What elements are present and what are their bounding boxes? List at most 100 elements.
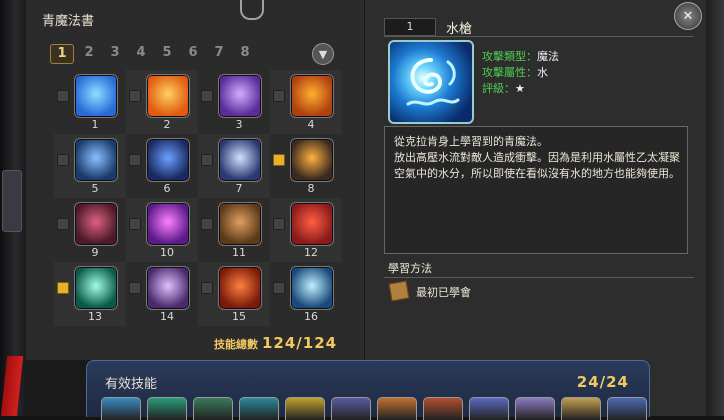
flame-dragon-icon[interactable] [290, 74, 334, 118]
skill-slot[interactable]: 6 [126, 134, 198, 198]
book-title: 青魔法書 [42, 14, 95, 29]
divider [384, 277, 694, 278]
skill-slot[interactable]: 3 [198, 70, 270, 134]
skill-number: 5 [91, 182, 99, 195]
blue-orb-icon[interactable] [146, 138, 190, 182]
fire-burst-icon[interactable] [146, 74, 190, 118]
skill-slot[interactable]: 7 [198, 134, 270, 198]
skill-checkbox[interactable] [273, 90, 285, 102]
dark-claw-icon[interactable] [74, 202, 118, 246]
skill-number: 1 [91, 118, 99, 131]
green-light-icon[interactable] [74, 266, 118, 310]
skill-slot[interactable]: 4 [270, 70, 342, 134]
skill-slot[interactable]: 15 [198, 262, 270, 326]
page-tab-3[interactable]: 3 [104, 44, 126, 62]
skill-checkbox[interactable] [201, 282, 213, 294]
red-beast-icon[interactable] [290, 202, 334, 246]
skill-number: 3 [235, 118, 243, 131]
skill-checkbox[interactable] [273, 282, 285, 294]
skill-number: 16 [304, 310, 318, 323]
skill-number: 2 [163, 118, 171, 131]
active-skill-icon[interactable] [239, 397, 279, 420]
attack-type: 攻擊類型：魔法 [482, 48, 559, 64]
skill-checkbox[interactable] [57, 154, 69, 166]
frost-figure-icon[interactable] [290, 266, 334, 310]
active-skill-icon[interactable] [193, 397, 233, 420]
active-skill-icon[interactable] [377, 397, 417, 420]
active-skills-bar: 有效技能 24/24 [86, 360, 650, 420]
page-tab-6[interactable]: 6 [182, 44, 204, 62]
skill-checkbox[interactable] [129, 282, 141, 294]
spirit-figure-icon[interactable] [218, 138, 262, 182]
dancing-creature-icon[interactable] [218, 202, 262, 246]
skill-grid: 1 2 3 4 5 6 7 8 9 10 11 12 13 14 15 16 [54, 70, 348, 330]
active-skill-icon[interactable] [331, 397, 371, 420]
skill-number: 14 [160, 310, 174, 323]
page-tab-7[interactable]: 7 [208, 44, 230, 62]
page-tab-8[interactable]: 8 [234, 44, 256, 62]
skill-checkbox[interactable] [273, 218, 285, 230]
skill-slot[interactable]: 2 [126, 70, 198, 134]
spell-description: 從克拉肯身上學習到的青魔法。 放出高壓水流對敵人造成衝擊。因為是利用水屬性乙太凝… [394, 134, 684, 182]
fire-bomb-icon[interactable] [290, 138, 334, 182]
skill-number: 11 [232, 246, 246, 259]
close-icon[interactable]: ✕ [674, 2, 702, 30]
spine-ornament [2, 170, 22, 232]
active-skill-icon[interactable] [285, 397, 325, 420]
attr-key: 評級： [482, 82, 515, 95]
water-swirl-icon[interactable] [74, 74, 118, 118]
active-skill-icon[interactable] [561, 397, 601, 420]
active-skill-icon[interactable] [607, 397, 647, 420]
blue-magic-book-window: 青魔法書 12345678 ▼ 1 2 3 4 5 6 7 8 9 10 11 12 13 14 15 16 … [0, 0, 724, 420]
attack-element: 攻擊屬性：水 [482, 64, 548, 80]
skill-slot[interactable]: 1 [54, 70, 126, 134]
skill-checkbox[interactable] [129, 90, 141, 102]
page-tab-2[interactable]: 2 [78, 44, 100, 62]
active-skill-icon[interactable] [515, 397, 555, 420]
skill-checkbox[interactable] [201, 90, 213, 102]
page-tabs: 12345678 [50, 44, 256, 64]
skill-checkbox[interactable] [57, 282, 69, 294]
purple-claw-icon[interactable] [218, 74, 262, 118]
skill-checkbox[interactable] [201, 154, 213, 166]
attr-value: ★ [515, 82, 525, 95]
storm-orb-icon[interactable] [146, 266, 190, 310]
active-skill-icon[interactable] [469, 397, 509, 420]
book-spine-right [706, 0, 724, 416]
water-swirl-icon [388, 40, 474, 124]
red-blade-icon[interactable] [218, 266, 262, 310]
skill-number: 15 [232, 310, 246, 323]
page-tab-4[interactable]: 4 [130, 44, 152, 62]
active-skill-icon[interactable] [101, 397, 141, 420]
filter-icon[interactable]: ▼ [312, 43, 334, 65]
skill-slot[interactable]: 10 [126, 198, 198, 262]
attr-value: 魔法 [537, 50, 559, 63]
purple-eye-icon[interactable] [146, 202, 190, 246]
skill-slot[interactable]: 12 [270, 198, 342, 262]
total-value: 124/124 [262, 334, 338, 352]
divider [384, 36, 694, 37]
skill-number: 12 [304, 246, 318, 259]
skill-slot[interactable]: 16 [270, 262, 342, 326]
skill-checkbox[interactable] [273, 154, 285, 166]
page-tab-5[interactable]: 5 [156, 44, 178, 62]
book-clasp [240, 0, 264, 20]
skill-slot[interactable]: 11 [198, 198, 270, 262]
skill-checkbox[interactable] [57, 90, 69, 102]
rank: 評級：★ [482, 80, 525, 96]
blue-spear-icon[interactable] [74, 138, 118, 182]
active-skill-slots [101, 397, 647, 420]
skill-checkbox[interactable] [129, 218, 141, 230]
skill-number: 4 [307, 118, 315, 131]
skill-slot[interactable]: 13 [54, 262, 126, 326]
skill-slot[interactable]: 8 [270, 134, 342, 198]
skill-checkbox[interactable] [129, 154, 141, 166]
skill-slot[interactable]: 14 [126, 262, 198, 326]
page-tab-1[interactable]: 1 [50, 44, 74, 64]
skill-slot[interactable]: 9 [54, 198, 126, 262]
skill-checkbox[interactable] [57, 218, 69, 230]
active-skill-icon[interactable] [147, 397, 187, 420]
active-skill-icon[interactable] [423, 397, 463, 420]
skill-checkbox[interactable] [201, 218, 213, 230]
skill-slot[interactable]: 5 [54, 134, 126, 198]
